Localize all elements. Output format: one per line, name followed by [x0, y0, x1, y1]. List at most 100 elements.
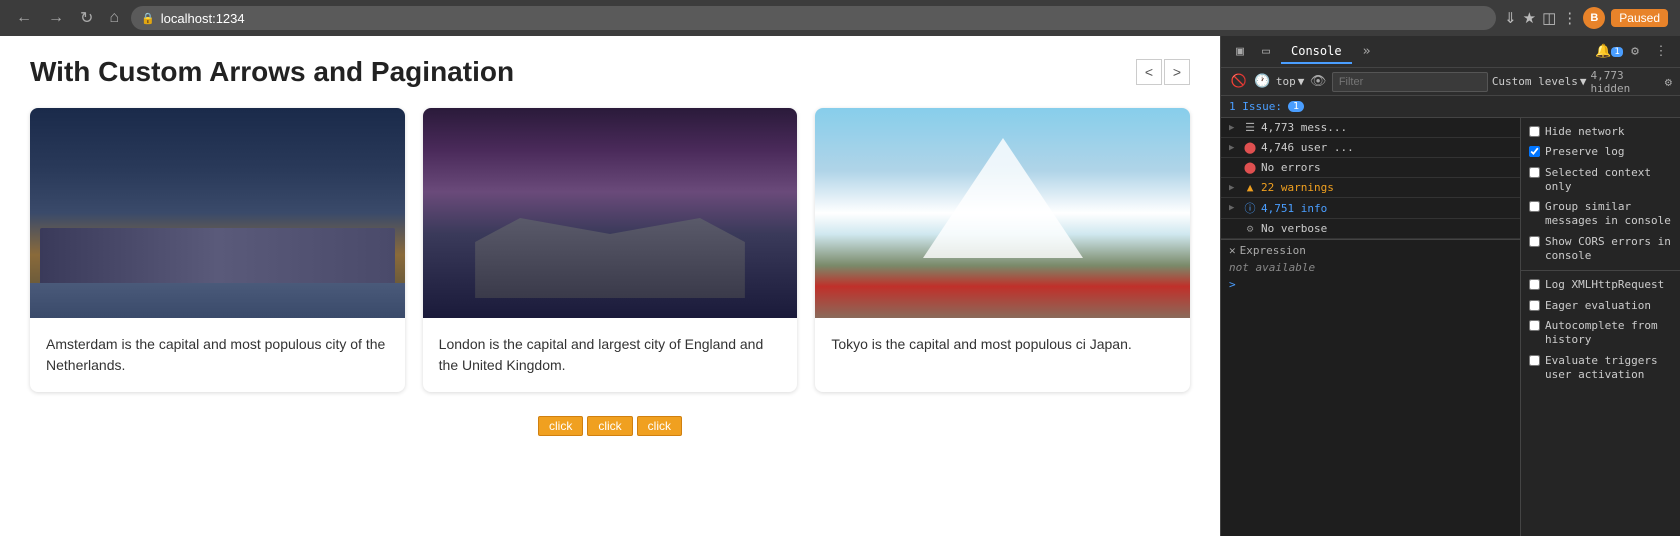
- expression-value-row: not available: [1229, 261, 1512, 274]
- settings-item-group-similar[interactable]: Group similar messages in console: [1521, 197, 1680, 232]
- address-bar[interactable]: 🔒 localhost:1234: [131, 6, 1496, 30]
- msg-text-user: 4,746 user ...: [1261, 141, 1512, 154]
- settings-item-eager-eval[interactable]: Eager evaluation: [1521, 296, 1680, 316]
- msg-text-info: 4,751 info: [1261, 202, 1512, 215]
- profile-button[interactable]: B: [1583, 7, 1605, 29]
- console-msg-user[interactable]: ▶ ⬤ 4,746 user ...: [1221, 138, 1520, 158]
- context-selector[interactable]: top ▼: [1276, 75, 1305, 88]
- preserve-log-checkbox[interactable]: [1529, 146, 1540, 157]
- extensions-icon[interactable]: ◫: [1542, 9, 1556, 27]
- pagination-buttons: click click click: [30, 408, 1190, 444]
- expand-icon-5: ▶: [1229, 203, 1239, 213]
- expression-value: not available: [1229, 261, 1315, 274]
- devtools-panel: ▣ ▭ Console » 🔔 1 ⚙ ⋮ 🚫 🕐 top ▼ 👁 Custom…: [1220, 36, 1680, 536]
- custom-levels-chevron-icon: ▼: [1580, 75, 1587, 88]
- pagination-btn-3[interactable]: click: [637, 416, 682, 436]
- group-similar-label: Group similar messages in console: [1545, 200, 1672, 229]
- custom-levels-button[interactable]: Custom levels ▼: [1492, 75, 1587, 88]
- show-cors-checkbox[interactable]: [1529, 236, 1540, 247]
- pagination-btn-2[interactable]: click: [587, 416, 632, 436]
- console-msg-messages[interactable]: ▶ ☰ 4,773 mess...: [1221, 118, 1520, 138]
- browser-chrome: ← → ↻ ⌂ 🔒 localhost:1234 ⇓ ★ ◫ ⋮ B Pause…: [0, 0, 1680, 36]
- msg-icon-info: ⓘ: [1243, 200, 1257, 216]
- selected-context-label: Selected context only: [1545, 166, 1672, 195]
- log-xml-label: Log XMLHttpRequest: [1545, 278, 1664, 292]
- card-amsterdam: Amsterdam is the capital and most populo…: [30, 108, 405, 392]
- tab-console[interactable]: Console: [1281, 40, 1352, 64]
- autocomplete-checkbox[interactable]: [1529, 320, 1540, 331]
- expression-label: Expression: [1240, 244, 1306, 257]
- settings-gear-icon[interactable]: ⚙: [1665, 75, 1672, 89]
- expand-icon: ▶: [1229, 123, 1239, 133]
- amsterdam-description: Amsterdam is the capital and most populo…: [30, 318, 405, 392]
- notification-icon[interactable]: 🔔 1: [1598, 41, 1620, 63]
- console-input-area: ✕ Expression not available >: [1221, 239, 1520, 295]
- expression-close-icon[interactable]: ✕: [1229, 244, 1236, 257]
- browser-actions: ⇓ ★ ◫ ⋮ B Paused: [1504, 7, 1668, 29]
- settings-item-log-xml[interactable]: Log XMLHttpRequest: [1521, 275, 1680, 295]
- settings-item-preserve-log[interactable]: Preserve log: [1521, 142, 1680, 162]
- show-cors-label: Show CORS errors in console: [1545, 235, 1672, 264]
- console-msg-warnings[interactable]: ▶ ▲ 22 warnings: [1221, 178, 1520, 198]
- log-xml-checkbox[interactable]: [1529, 279, 1540, 290]
- reload-button[interactable]: ↻: [76, 6, 97, 30]
- pagination-btn-1[interactable]: click: [538, 416, 583, 436]
- prompt-arrow-icon: >: [1229, 278, 1236, 291]
- menu-icon[interactable]: ⋮: [1562, 9, 1577, 27]
- prev-arrow-button[interactable]: <: [1136, 59, 1162, 85]
- filter-input[interactable]: [1332, 72, 1488, 92]
- console-messages: ▶ ☰ 4,773 mess... ▶ ⬤ 4,746 user ... ⬤ N…: [1221, 118, 1520, 536]
- settings-item-hide-network[interactable]: Hide network: [1521, 122, 1680, 142]
- london-image: [423, 108, 798, 318]
- tokyo-description: Tokyo is the capital and most populous c…: [815, 318, 1190, 371]
- tokyo-image: [815, 108, 1190, 318]
- download-icon[interactable]: ⇓: [1504, 9, 1517, 27]
- console-msg-verbose[interactable]: ⚙ No verbose: [1221, 219, 1520, 239]
- more-tabs-icon[interactable]: »: [1356, 41, 1378, 63]
- settings-item-evaluate-triggers[interactable]: Evaluate triggers user activation: [1521, 351, 1680, 386]
- settings-icon[interactable]: ⚙: [1624, 41, 1646, 63]
- back-button[interactable]: ←: [12, 7, 36, 29]
- eye-icon[interactable]: 👁: [1308, 71, 1327, 93]
- page-header: With Custom Arrows and Pagination < >: [30, 56, 1190, 88]
- msg-icon-user: ⬤: [1243, 141, 1257, 154]
- eager-eval-checkbox[interactable]: [1529, 300, 1540, 311]
- settings-item-show-cors[interactable]: Show CORS errors in console: [1521, 232, 1680, 267]
- group-similar-checkbox[interactable]: [1529, 201, 1540, 212]
- settings-item-selected-context[interactable]: Selected context only: [1521, 163, 1680, 198]
- console-prompt: >: [1229, 278, 1512, 291]
- expand-icon-4: ▶: [1229, 183, 1239, 193]
- issues-label[interactable]: 1 Issue:: [1229, 100, 1282, 113]
- issues-badge: 1: [1288, 101, 1304, 112]
- main-layout: With Custom Arrows and Pagination < > Am…: [0, 36, 1680, 536]
- custom-levels-label: Custom levels: [1492, 75, 1578, 88]
- more-options-icon[interactable]: ⋮: [1650, 41, 1672, 63]
- clear-console-icon[interactable]: 🚫: [1229, 71, 1248, 93]
- evaluate-triggers-checkbox[interactable]: [1529, 355, 1540, 366]
- device-toolbar-icon[interactable]: ▭: [1255, 41, 1277, 63]
- home-button[interactable]: ⌂: [105, 7, 123, 29]
- cards-container: Amsterdam is the capital and most populo…: [30, 108, 1190, 392]
- context-label: top: [1276, 75, 1296, 88]
- url-text: localhost:1234: [161, 11, 245, 26]
- expression-row: ✕ Expression: [1229, 244, 1512, 257]
- msg-icon-warnings: ▲: [1243, 181, 1257, 194]
- msg-text-messages: 4,773 mess...: [1261, 121, 1512, 134]
- selected-context-checkbox[interactable]: [1529, 167, 1540, 178]
- page-title: With Custom Arrows and Pagination: [30, 56, 514, 88]
- hide-network-checkbox[interactable]: [1529, 126, 1540, 137]
- bookmark-icon[interactable]: ★: [1523, 9, 1536, 27]
- webpage-content: With Custom Arrows and Pagination < > Am…: [0, 36, 1220, 536]
- inspect-element-icon[interactable]: ▣: [1229, 41, 1251, 63]
- console-msg-errors[interactable]: ⬤ No errors: [1221, 158, 1520, 178]
- forward-button[interactable]: →: [44, 7, 68, 29]
- settings-item-autocomplete[interactable]: Autocomplete from history: [1521, 316, 1680, 351]
- context-chevron-icon: ▼: [1298, 75, 1305, 88]
- settings-panel: Hide network Preserve log Selected conte…: [1520, 118, 1680, 536]
- show-timestamps-icon[interactable]: 🕐: [1252, 71, 1271, 93]
- hidden-count: 4,773 hidden: [1591, 69, 1661, 95]
- console-msg-info[interactable]: ▶ ⓘ 4,751 info: [1221, 198, 1520, 219]
- paused-button[interactable]: Paused: [1611, 9, 1668, 27]
- nav-arrows: < >: [1136, 59, 1190, 85]
- next-arrow-button[interactable]: >: [1164, 59, 1190, 85]
